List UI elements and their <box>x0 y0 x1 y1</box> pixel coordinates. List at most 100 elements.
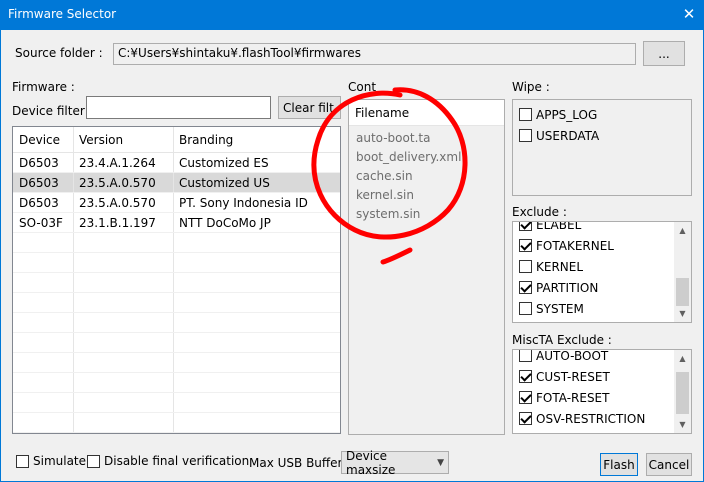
cell-version: 23.1.B.1.197 <box>74 213 174 232</box>
miscta-label: MiscTA Exclude : <box>512 333 612 347</box>
wipe-item-label: APPS_LOG <box>536 107 598 122</box>
miscta-item-osv-restriction[interactable]: OSV-RESTRICTION <box>513 408 676 429</box>
disable-verification-checkbox[interactable]: Disable final verification <box>87 454 249 468</box>
flash-button[interactable]: Flash <box>600 453 638 476</box>
table-row-empty <box>13 233 340 253</box>
scroll-up-icon[interactable]: ▲ <box>674 222 691 239</box>
checkbox-icon[interactable] <box>519 412 532 425</box>
table-row-empty <box>13 293 340 313</box>
checkbox-icon[interactable] <box>87 454 100 468</box>
table-row-empty <box>13 313 340 333</box>
table-row-empty <box>13 333 340 353</box>
checkbox-icon[interactable] <box>519 302 532 315</box>
firmware-table-header: Device Version Branding <box>13 127 340 153</box>
scroll-down-icon[interactable]: ▼ <box>674 416 691 433</box>
column-header-version[interactable]: Version <box>74 127 174 152</box>
miscta-scrollbar[interactable]: ▲ ▼ <box>674 350 691 433</box>
file-item[interactable]: kernel.sin <box>349 185 504 204</box>
filename-header[interactable]: Filename <box>349 100 504 126</box>
exclude-item-label: KERNEL <box>536 259 584 274</box>
usb-buffer-value: Device maxsize <box>346 448 396 477</box>
checkbox-icon[interactable] <box>519 281 532 294</box>
miscta-item-label: AUTO-BOOT <box>536 349 609 363</box>
table-row[interactable]: D6503 23.4.A.1.264 Customized ES <box>13 153 340 173</box>
simulate-checkbox[interactable]: Simulate <box>16 454 86 468</box>
simulate-label: Simulate <box>33 454 87 468</box>
checkbox-icon[interactable] <box>519 108 532 121</box>
wipe-label: Wipe : <box>512 80 550 94</box>
exclude-item-partition[interactable]: PARTITION <box>513 277 676 298</box>
table-row-empty <box>13 353 340 373</box>
cell-device: SO-03F <box>13 213 74 232</box>
table-row[interactable]: D6503 23.5.A.0.570 PT. Sony Indonesia ID <box>13 193 340 213</box>
cell-branding: Customized ES <box>179 155 269 170</box>
file-item[interactable]: system.sin <box>349 204 504 223</box>
table-row-empty <box>13 253 340 273</box>
cancel-button[interactable]: Cancel <box>646 453 692 476</box>
table-row[interactable]: D6503 23.5.A.0.570 Customized US <box>13 173 340 193</box>
source-folder-label: Source folder : <box>15 46 103 60</box>
clear-filter-button[interactable]: Clear filt <box>278 96 341 119</box>
exclude-item-elabel[interactable]: ELABEL <box>513 221 676 235</box>
chevron-down-icon: ▼ <box>437 457 444 468</box>
device-filter-label: Device filter : <box>12 104 93 118</box>
scroll-thumb[interactable] <box>676 372 689 414</box>
cell-version: 23.5.A.0.570 <box>74 193 174 212</box>
cell-version: 23.4.A.1.264 <box>74 153 174 172</box>
browse-button[interactable]: ... <box>643 41 685 66</box>
checkbox-icon[interactable] <box>519 391 532 404</box>
cell-device: D6503 <box>13 153 74 172</box>
cell-branding: NTT DoCoMo JP <box>179 215 271 230</box>
wipe-item-label: USERDATA <box>536 128 600 143</box>
content-label: Cont <box>348 80 377 94</box>
exclude-item-fotakernel[interactable]: FOTAKERNEL <box>513 235 676 256</box>
checkbox-icon[interactable] <box>519 239 532 252</box>
checkbox-icon[interactable] <box>519 222 532 231</box>
wipe-item-userdata[interactable]: USERDATA <box>513 125 691 146</box>
miscta-item-cust-reset[interactable]: CUST-RESET <box>513 366 676 387</box>
cell-version: 23.5.A.0.570 <box>74 173 174 192</box>
table-row-empty <box>13 373 340 393</box>
column-header-branding[interactable]: Branding <box>174 127 340 152</box>
miscta-item-label: CUST-RESET <box>536 369 610 384</box>
scroll-down-icon[interactable]: ▼ <box>674 305 691 322</box>
source-folder-field[interactable]: C:¥Users¥shintaku¥.flashTool¥firmwares <box>113 43 636 65</box>
table-row-empty <box>13 413 340 433</box>
close-icon[interactable]: ✕ <box>674 0 704 30</box>
content-file-list[interactable]: Filename auto-boot.ta boot_delivery.xml … <box>348 99 505 435</box>
window-title: Firmware Selector <box>8 7 117 21</box>
exclude-item-system[interactable]: SYSTEM <box>513 298 676 319</box>
exclude-item-kernel[interactable]: KERNEL <box>513 256 676 277</box>
miscta-panel: AUTO-BOOT CUST-RESET FOTA-RESET OSV-REST… <box>512 349 692 434</box>
exclude-panel: ELABEL FOTAKERNEL KERNEL PARTITION SYSTE… <box>512 221 692 323</box>
table-row-empty <box>13 273 340 293</box>
exclude-item-label: ELABEL <box>536 221 582 232</box>
miscta-item-auto-boot[interactable]: AUTO-BOOT <box>513 349 676 366</box>
firmware-label: Firmware : <box>12 80 75 94</box>
exclude-label: Exclude : <box>512 205 567 219</box>
firmware-table[interactable]: Device Version Branding D6503 23.4.A.1.2… <box>12 126 341 434</box>
checkbox-icon[interactable] <box>519 129 532 142</box>
exclude-item-label: PARTITION <box>536 280 599 295</box>
scroll-thumb[interactable] <box>676 278 689 306</box>
exclude-scrollbar[interactable]: ▲ ▼ <box>674 222 691 322</box>
table-row[interactable]: SO-03F 23.1.B.1.197 NTT DoCoMo JP <box>13 213 340 233</box>
wipe-item-apps-log[interactable]: APPS_LOG <box>513 104 691 125</box>
checkbox-icon[interactable] <box>519 350 532 362</box>
exclude-item-label: FOTAKERNEL <box>536 238 614 253</box>
file-item[interactable]: boot_delivery.xml <box>349 147 504 166</box>
usb-buffer-select[interactable]: Device maxsize ▼ <box>341 448 449 477</box>
column-header-device[interactable]: Device <box>13 127 74 152</box>
device-filter-input[interactable] <box>86 96 271 119</box>
checkbox-icon[interactable] <box>16 454 29 468</box>
title-bar: Firmware Selector ✕ <box>0 0 704 30</box>
table-row-empty <box>13 393 340 413</box>
miscta-item-fota-reset[interactable]: FOTA-RESET <box>513 387 676 408</box>
file-item[interactable]: auto-boot.ta <box>349 128 504 147</box>
checkbox-icon[interactable] <box>519 370 532 383</box>
checkbox-icon[interactable] <box>519 260 532 273</box>
cell-device: D6503 <box>13 193 74 212</box>
scroll-up-icon[interactable]: ▲ <box>674 350 691 367</box>
file-item[interactable]: cache.sin <box>349 166 504 185</box>
disable-verification-label: Disable final verification <box>104 454 250 468</box>
